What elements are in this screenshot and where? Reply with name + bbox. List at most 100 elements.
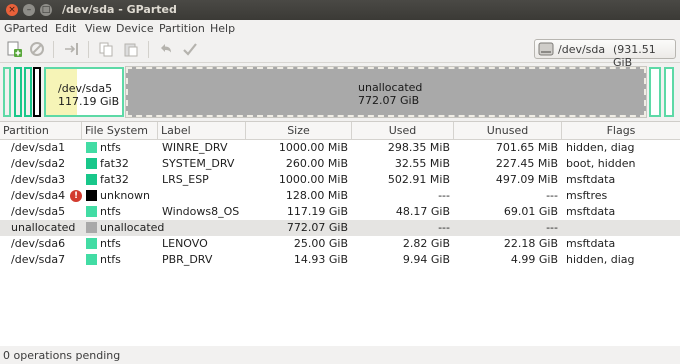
filesystem-type: unknown [100, 189, 150, 202]
partition-used: --- [438, 189, 450, 202]
graph-partition-sda5[interactable]: /dev/sda5 117.19 GiB [44, 67, 124, 117]
partition-unused: 4.99 GiB [510, 253, 558, 266]
table-header: Partition File System Label Size Used Un… [0, 122, 680, 140]
graph-partition-sda4[interactable] [33, 67, 41, 117]
minimize-window-button[interactable]: – [23, 4, 35, 16]
toolbar-separator [53, 41, 54, 58]
partition-flags: msftdata [566, 205, 616, 218]
graph-partition-sda3[interactable] [24, 67, 32, 117]
partition-used: 48.17 GiB [395, 205, 450, 218]
table-row[interactable]: /dev/sda5 ntfs Windows8_OS 117.19 GiB 48.17 … [0, 204, 680, 220]
partition-name: /dev/sda7 [11, 253, 66, 266]
column-header-partition[interactable]: Partition [0, 122, 82, 139]
menu-help[interactable]: Help [210, 22, 235, 35]
undo-icon [161, 44, 171, 53]
graph-partition-name: /dev/sda5 [58, 82, 113, 95]
graph-unallocated-name: unallocated [358, 81, 423, 94]
partition-flags: msftres [566, 189, 608, 202]
partition-unused: 701.65 MiB [495, 141, 558, 154]
filesystem-color-swatch [86, 142, 97, 153]
partition-name: unallocated [11, 221, 76, 234]
partition-graph: /dev/sda5 117.19 GiB unallocated 772.07 … [2, 64, 676, 120]
partition-size: 14.93 GiB [293, 253, 348, 266]
partition-label: WINRE_DRV [162, 141, 228, 154]
table-row[interactable]: /dev/sda3 fat32 LRS_ESP 1000.00 MiB 502.91 M… [0, 172, 680, 188]
partition-flags: msftdata [566, 237, 616, 250]
partition-size: 1000.00 MiB [278, 141, 348, 154]
filesystem-type: ntfs [100, 205, 121, 218]
new-partition-button[interactable] [5, 40, 23, 58]
graph-partition-label: /dev/sda5 117.19 GiB [58, 82, 119, 108]
partition-label: PBR_DRV [162, 253, 213, 266]
graph-partition-sda7[interactable] [664, 67, 674, 117]
maximize-icon: □ [41, 5, 51, 15]
paste-icon [124, 43, 138, 57]
partition-label: Windows8_OS [162, 205, 240, 218]
table-row[interactable]: /dev/sda2 fat32 SYSTEM_DRV 260.00 MiB 32.55 … [0, 156, 680, 172]
maximize-window-button[interactable]: □ [40, 4, 52, 16]
filesystem-color-swatch [86, 238, 97, 249]
filesystem-color-swatch [86, 190, 97, 201]
partition-unused: 227.45 MiB [495, 157, 558, 170]
graph-partition-sda2[interactable] [14, 67, 22, 117]
filesystem-color-swatch [86, 174, 97, 185]
status-text: 0 operations pending [3, 349, 121, 362]
partition-size: 260.00 MiB [285, 157, 348, 170]
column-header-filesystem[interactable]: File System [82, 122, 158, 139]
delete-icon [30, 42, 44, 56]
table-row[interactable]: /dev/sda4! unknown 128.00 MiB --- --- msftres [0, 188, 680, 204]
partition-label: SYSTEM_DRV [162, 157, 235, 170]
partition-name: /dev/sda2 [11, 157, 66, 170]
partition-used: 32.55 MiB [394, 157, 450, 170]
filesystem-color-swatch [86, 254, 97, 265]
table-row[interactable]: unallocated unallocated 772.07 GiB --- --- [0, 220, 680, 236]
partition-label: LRS_ESP [162, 173, 209, 186]
graph-unallocated-label: unallocated 772.07 GiB [358, 81, 422, 107]
column-header-flags[interactable]: Flags [562, 122, 680, 139]
menu-partition[interactable]: Partition [159, 22, 205, 35]
graph-partition-sda6[interactable] [649, 67, 661, 117]
resize-move-button[interactable] [63, 40, 81, 58]
graph-partition-size: 117.19 GiB [58, 95, 120, 108]
filesystem-color-swatch [86, 158, 97, 169]
menu-bar: GParted Edit View Device Partition Help [0, 20, 680, 37]
apply-button[interactable] [181, 40, 199, 58]
menu-edit[interactable]: Edit [55, 22, 76, 35]
close-window-button[interactable]: × [6, 4, 18, 16]
close-icon: × [8, 5, 16, 15]
delete-partition-button[interactable] [28, 40, 46, 58]
paste-button[interactable] [122, 40, 140, 58]
menu-gparted[interactable]: GParted [4, 22, 48, 35]
partition-name: /dev/sda4 [11, 189, 66, 202]
minimize-icon: – [26, 5, 32, 15]
partition-flags: hidden, diag [566, 141, 635, 154]
new-partition-icon [7, 41, 22, 57]
partition-flags: msftdata [566, 173, 616, 186]
column-header-size[interactable]: Size [246, 122, 352, 139]
table-row[interactable]: /dev/sda1 ntfs WINRE_DRV 1000.00 MiB 298.35 … [0, 140, 680, 156]
toolbar-separator [148, 41, 149, 58]
filesystem-type: fat32 [100, 173, 129, 186]
column-header-unused[interactable]: Unused [454, 122, 562, 139]
graph-unallocated-size: 772.07 GiB [358, 94, 420, 107]
window-title: /dev/sda - GParted [62, 3, 177, 16]
partition-used: --- [438, 221, 450, 234]
warning-icon: ! [70, 190, 82, 202]
partition-flags: hidden, diag [566, 253, 635, 266]
partition-used: 9.94 GiB [402, 253, 450, 266]
copy-button[interactable] [97, 40, 115, 58]
menu-device[interactable]: Device [116, 22, 154, 35]
partition-size: 25.00 GiB [293, 237, 348, 250]
partition-unused: 497.09 MiB [495, 173, 558, 186]
partition-used: 298.35 MiB [387, 141, 450, 154]
partition-size: 772.07 GiB [286, 221, 348, 234]
device-selector[interactable]: /dev/sda (931.51 GiB [534, 39, 676, 69]
table-row[interactable]: /dev/sda6 ntfs LENOVO 25.00 GiB 2.82 GiB 22.1… [0, 236, 680, 252]
table-row[interactable]: /dev/sda7 ntfs PBR_DRV 14.93 GiB 9.94 GiB 4.9… [0, 252, 680, 268]
column-header-used[interactable]: Used [352, 122, 454, 139]
graph-partition-sda1[interactable] [3, 67, 11, 117]
undo-button[interactable] [157, 40, 175, 58]
graph-unallocated[interactable]: unallocated 772.07 GiB [125, 66, 647, 118]
menu-view[interactable]: View [85, 22, 111, 35]
column-header-label[interactable]: Label [158, 122, 246, 139]
